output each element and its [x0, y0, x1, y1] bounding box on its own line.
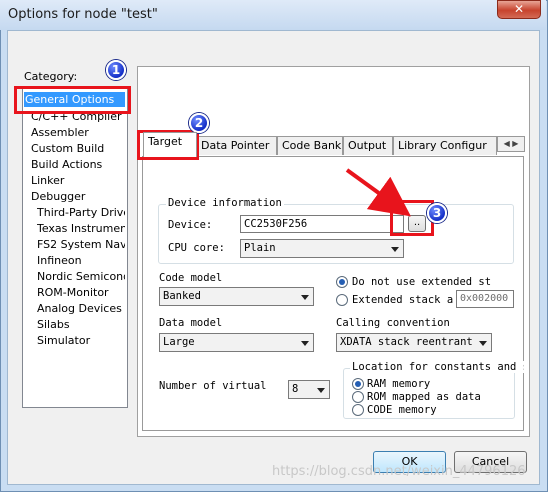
tab-target[interactable]: Target: [143, 132, 197, 157]
annotation-arrow-icon: [345, 168, 411, 217]
